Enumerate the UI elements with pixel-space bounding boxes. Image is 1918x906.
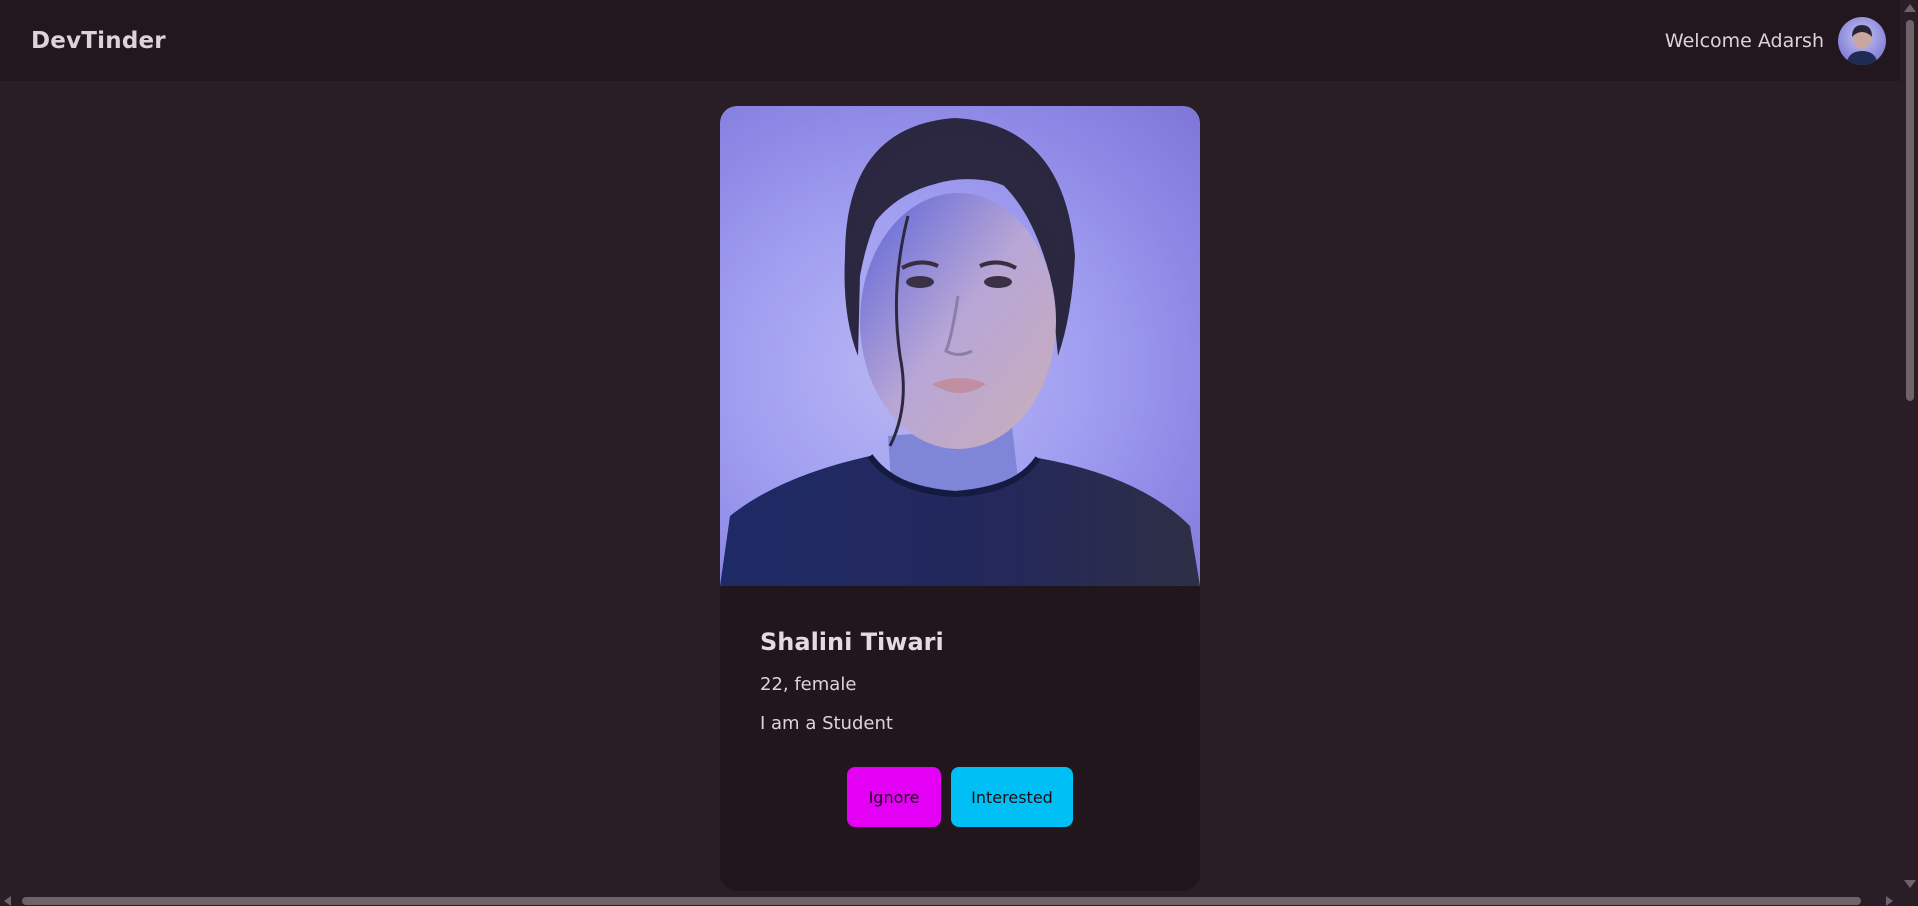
navbar-user-area: Welcome Adarsh — [1664, 16, 1886, 65]
horizontal-scroll-thumb[interactable] — [22, 897, 1861, 905]
vertical-scrollbar[interactable] — [1900, 0, 1918, 906]
card-actions: Ignore Interested — [760, 767, 1160, 827]
user-avatar[interactable] — [1838, 16, 1886, 65]
welcome-text: Welcome Adarsh — [1664, 29, 1824, 52]
profile-name: Shalini Tiwari — [760, 628, 944, 656]
brand-logo-link[interactable]: DevTinder — [31, 28, 166, 54]
scroll-down-arrow-icon[interactable] — [1904, 880, 1916, 888]
horizontal-scrollbar[interactable] — [0, 894, 1900, 906]
interested-button[interactable]: Interested — [951, 767, 1073, 827]
profile-photo-icon — [720, 118, 1200, 586]
profile-about: I am a Student — [760, 713, 893, 734]
avatar-photo-icon — [1846, 24, 1878, 65]
navbar: DevTinder Welcome Adarsh — [0, 0, 1900, 81]
profile-age-gender: 22, female — [760, 674, 857, 695]
user-feed-card: Shalini Tiwari 22, female I am a Student… — [720, 106, 1200, 891]
scroll-right-arrow-icon[interactable] — [1886, 896, 1893, 906]
profile-photo — [720, 106, 1200, 586]
vertical-scroll-thumb[interactable] — [1906, 20, 1914, 401]
ignore-button[interactable]: Ignore — [847, 767, 941, 827]
scroll-up-arrow-icon[interactable] — [1904, 4, 1916, 12]
card-body: Shalini Tiwari 22, female I am a Student… — [720, 586, 1200, 827]
scroll-left-arrow-icon[interactable] — [4, 896, 11, 906]
